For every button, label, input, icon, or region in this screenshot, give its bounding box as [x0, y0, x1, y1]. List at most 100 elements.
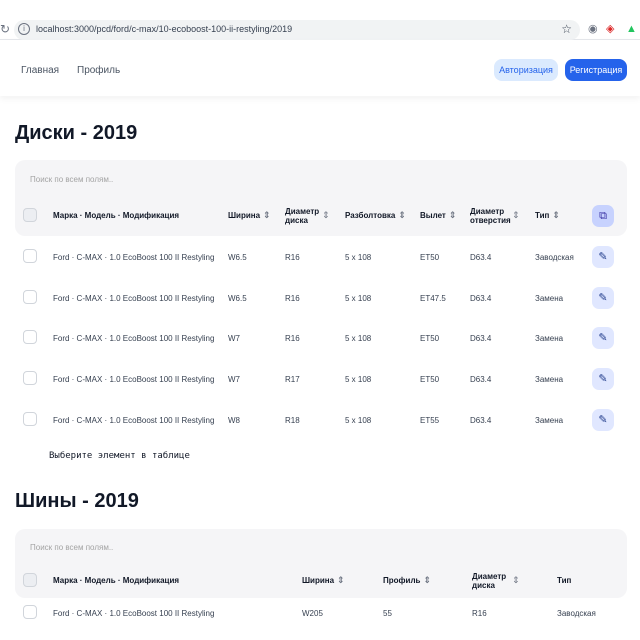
cell-bore: D63.4: [470, 416, 492, 425]
cell-diameter: R16: [285, 253, 300, 262]
wheels-section-title: Диски - 2019: [15, 122, 138, 144]
cell-offset: ET47.5: [420, 294, 446, 303]
address-url[interactable]: localhost:3000/pcd/ford/c-max/10-ecoboos…: [36, 24, 292, 34]
cell-model: Ford · C-MAX · 1.0 EcoBoost 100 II Resty…: [53, 334, 215, 343]
cell-type: Замена: [535, 334, 564, 343]
cell-width: W6.5: [228, 294, 247, 303]
cell-width: W205: [302, 609, 323, 618]
cell-offset: ET55: [420, 416, 440, 425]
edit-icon[interactable]: ✎: [592, 246, 614, 268]
sort-icon: ⇕: [448, 210, 457, 221]
cell-type: Замена: [535, 375, 564, 384]
selection-hint: Выберите элемент в таблице: [49, 451, 190, 461]
camera-extension-icon[interactable]: ◉: [588, 22, 598, 36]
cell-pcd: 5 x 108: [345, 375, 372, 384]
register-button[interactable]: Регистрация: [565, 59, 627, 81]
cell-diameter: R16: [472, 609, 487, 618]
tires-section-title: Шины - 2019: [15, 490, 139, 512]
sort-icon[interactable]: ⇕: [512, 210, 520, 221]
tires-table-header-panel: [15, 529, 627, 598]
sort-icon: ⇕: [423, 575, 431, 586]
green-extension-icon[interactable]: ▲: [626, 22, 637, 36]
bookmark-star-icon[interactable]: ☆: [561, 22, 572, 36]
row-checkbox[interactable]: [23, 330, 37, 344]
cell-width: W6.5: [228, 253, 247, 262]
sort-icon: ⇕: [398, 210, 406, 221]
cell-width: W8: [228, 416, 240, 425]
wheels-col-width[interactable]: Ширина ⇕: [228, 211, 271, 220]
cell-diameter: R16: [285, 294, 300, 303]
cell-width: W7: [228, 334, 240, 343]
cell-type: Замена: [535, 416, 564, 425]
cell-model: Ford · C-MAX · 1.0 EcoBoost 100 II Resty…: [53, 416, 215, 425]
cell-model: Ford · C-MAX · 1.0 EcoBoost 100 II Resty…: [53, 609, 215, 618]
cell-diameter: R18: [285, 416, 300, 425]
table-row[interactable]: Ford · C-MAX · 1.0 EcoBoost 100 II Resty…: [0, 359, 640, 399]
tires-select-all-checkbox[interactable]: [23, 573, 37, 587]
cell-pcd: 5 x 108: [345, 416, 372, 425]
sort-icon[interactable]: ⇕: [512, 575, 520, 586]
site-info-icon[interactable]: i: [18, 23, 30, 35]
nav-profile-link[interactable]: Профиль: [77, 65, 120, 76]
wheels-table-header-panel: [15, 160, 627, 236]
cell-pcd: 5 x 108: [345, 253, 372, 262]
tires-col-profile[interactable]: Профиль ⇕: [383, 576, 431, 585]
wheels-col-pcd[interactable]: Разболтовка ⇕: [345, 211, 406, 220]
reload-icon[interactable]: ↻: [0, 22, 10, 36]
tires-search-input[interactable]: Поиск по всем полям..: [30, 543, 113, 552]
red-extension-icon[interactable]: ◈: [606, 22, 614, 36]
cell-model: Ford · C-MAX · 1.0 EcoBoost 100 II Resty…: [53, 253, 215, 262]
cell-offset: ET50: [420, 334, 440, 343]
cell-bore: D63.4: [470, 294, 492, 303]
table-row[interactable]: Ford · C-MAX · 1.0 EcoBoost 100 II Resty…: [0, 318, 640, 358]
tires-col-type[interactable]: Тип: [557, 576, 571, 585]
wheels-col-model[interactable]: Марка · Модель · Модификация: [53, 211, 179, 220]
edit-icon[interactable]: ✎: [592, 409, 614, 431]
wheels-col-diameter[interactable]: Диаметр диска: [285, 207, 321, 225]
cell-diameter: R16: [285, 334, 300, 343]
address-bar[interactable]: i localhost:3000/pcd/ford/c-max/10-ecobo…: [14, 20, 580, 40]
cell-model: Ford · C-MAX · 1.0 EcoBoost 100 II Resty…: [53, 375, 215, 384]
cell-type: Замена: [535, 294, 564, 303]
wheels-search-input[interactable]: Поиск по всем полям..: [30, 175, 113, 184]
nav-home-link[interactable]: Главная: [21, 65, 59, 76]
sort-icon: ⇕: [552, 210, 560, 221]
table-row[interactable]: Ford · C-MAX · 1.0 EcoBoost 100 II Resty…: [0, 237, 640, 277]
cell-profile: 55: [383, 609, 392, 618]
cell-type: Заводская: [557, 609, 596, 618]
copy-icon[interactable]: ⧉: [592, 205, 614, 227]
browser-toolbar: ↻ i localhost:3000/pcd/ford/c-max/10-eco…: [0, 0, 640, 40]
cell-offset: ET50: [420, 375, 440, 384]
sort-icon: ⇕: [263, 210, 271, 221]
row-checkbox[interactable]: [23, 605, 37, 619]
sort-icon: ⇕: [337, 575, 345, 586]
cell-bore: D63.4: [470, 253, 492, 262]
cell-bore: D63.4: [470, 334, 492, 343]
row-checkbox[interactable]: [23, 371, 37, 385]
table-row[interactable]: Ford · C-MAX · 1.0 EcoBoost 100 II Resty…: [0, 278, 640, 318]
wheels-col-type[interactable]: Тип ⇕: [535, 211, 560, 220]
table-row[interactable]: Ford · C-MAX · 1.0 EcoBoost 100 II Resty…: [0, 599, 640, 639]
cell-type: Заводская: [535, 253, 574, 262]
cell-offset: ET50: [420, 253, 440, 262]
tires-col-model[interactable]: Марка · Модель · Модификация: [53, 576, 179, 585]
row-checkbox[interactable]: [23, 290, 37, 304]
cell-model: Ford · C-MAX · 1.0 EcoBoost 100 II Resty…: [53, 294, 215, 303]
wheels-select-all-checkbox[interactable]: [23, 208, 37, 222]
edit-icon[interactable]: ✎: [592, 287, 614, 309]
wheels-col-offset[interactable]: Вылет ⇕: [420, 211, 456, 220]
cell-pcd: 5 x 108: [345, 294, 372, 303]
table-row[interactable]: Ford · C-MAX · 1.0 EcoBoost 100 II Resty…: [0, 400, 640, 440]
cell-diameter: R17: [285, 375, 300, 384]
row-checkbox[interactable]: [23, 412, 37, 426]
cell-bore: D63.4: [470, 375, 492, 384]
tires-col-diameter[interactable]: Диаметр диска: [472, 572, 512, 590]
row-checkbox[interactable]: [23, 249, 37, 263]
tires-col-width[interactable]: Ширина ⇕: [302, 576, 345, 585]
cell-width: W7: [228, 375, 240, 384]
sort-icon[interactable]: ⇕: [322, 210, 330, 221]
wheels-col-bore[interactable]: Диаметр отверстия: [470, 207, 514, 225]
edit-icon[interactable]: ✎: [592, 327, 614, 349]
login-button[interactable]: Авторизация: [494, 59, 558, 81]
edit-icon[interactable]: ✎: [592, 368, 614, 390]
